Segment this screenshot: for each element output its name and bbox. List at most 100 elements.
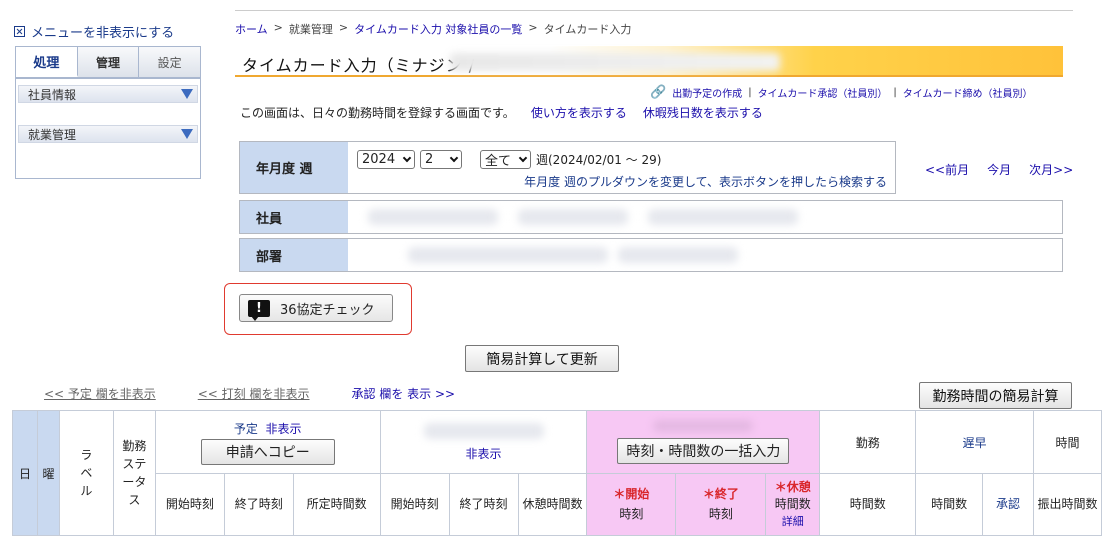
hide-menu-toggle[interactable]: メニューを非表示にする <box>14 22 174 41</box>
col-stamp-break: 休憩時間数 <box>517 473 588 536</box>
col-transfer: 振出時間数 <box>1032 473 1102 536</box>
col-late-hours: 時間数 <box>915 473 984 536</box>
col-day: 日 <box>12 410 38 536</box>
year-select[interactable]: 2024 <box>357 150 415 169</box>
col-prescribed: 所定時間数 <box>292 473 381 536</box>
bulk-input-button[interactable]: 時刻・時間数の一括入力 <box>617 438 790 464</box>
col-req-start: ＊開始 時刻 <box>586 473 677 536</box>
link-sep: | <box>748 87 752 98</box>
week-range: 週(2024/02/01 ～ 29) <box>536 153 662 167</box>
department-label: 部署 <box>240 239 348 271</box>
redacted-text <box>653 420 754 432</box>
redacted-title <box>450 53 780 71</box>
breadcrumb: ホーム > 就業管理 > タイムカード入力 対象社員の一覧 > タイムカード入力 <box>235 21 631 37</box>
hide-menu-label: メニューを非表示にする <box>31 26 175 41</box>
scope-value: 全て <box>485 154 512 169</box>
hide-schedule-link[interactable]: << 予定 欄を非表示 <box>44 385 156 402</box>
sidebar-item-employee-info[interactable]: 社員情報 <box>18 85 198 103</box>
close-box-icon <box>14 26 25 37</box>
alert-icon: ! <box>248 299 270 321</box>
chevron-down-icon <box>449 153 459 163</box>
intro-text: この画面は、日々の勤務時間を登録する画面です。 <box>240 106 515 120</box>
sidebar-item-label: 就業管理 <box>28 127 77 142</box>
col-label: ラベル <box>58 410 114 536</box>
breadcrumb-sep: > <box>273 21 283 34</box>
filter-department-row: 部署 <box>239 238 1063 272</box>
chevron-down-icon <box>518 153 528 163</box>
week-select[interactable]: 2 <box>420 150 462 169</box>
sidebar-item-work-management[interactable]: 就業管理 <box>18 125 198 143</box>
page-title: タイムカード入力（ミナジン / <box>242 56 476 75</box>
col-req-end: ＊終了 時刻 <box>675 473 767 536</box>
quick-calc-button[interactable]: 勤務時間の簡易計算 <box>919 382 1072 409</box>
employee-label: 社員 <box>240 201 348 233</box>
sidebar-panel: 社員情報 就業管理 <box>15 78 201 179</box>
chevron-down-icon <box>402 153 412 163</box>
tab-processing[interactable]: 処理 <box>16 47 78 77</box>
sidebar-item-label: 社員情報 <box>28 87 77 102</box>
link-icon: 🔗 <box>650 85 667 100</box>
this-month-link[interactable]: 今月 <box>987 161 1011 178</box>
col-weekday: 曜 <box>36 410 60 536</box>
week-hint: 年月度 週のプルダウンを変更して、表示ボタンを押したら検索する <box>524 175 887 189</box>
divider <box>235 10 1073 11</box>
schedule-group: 予定 非表示 申請へコピー <box>154 410 381 474</box>
filter-week-row: 年月度 週 2024 2 全て 週(2024/02/01 ～ 29) 年月度 週… <box>239 141 896 194</box>
sidebar-tabs: 処理 管理 設定 <box>15 46 201 78</box>
link-sep: | <box>893 87 897 98</box>
link-schedule[interactable]: 出勤予定の作成 <box>672 85 742 100</box>
copy-to-request-button[interactable]: 申請へコピー <box>200 438 335 465</box>
work-group: 勤務 <box>819 410 917 474</box>
col-late-approve: 承認 <box>982 473 1034 536</box>
hide-stamp-col-link[interactable]: 非表示 <box>466 447 502 461</box>
filter-employee-row: 社員 <box>239 200 1063 234</box>
breadcrumb-sep: > <box>338 21 349 34</box>
col-sched-end: 終了時刻 <box>223 473 294 536</box>
col-work-hours: 時間数 <box>819 473 917 536</box>
tab-management[interactable]: 管理 <box>77 47 140 77</box>
column-toggles: << 予定 欄を非表示 << 打刻 欄を非表示 承認 欄を 表示 >> <box>44 385 455 402</box>
redacted-text <box>423 422 544 439</box>
hide-stamp-link[interactable]: << 打刻 欄を非表示 <box>198 385 310 402</box>
show-approval-link[interactable]: 承認 欄を 表示 >> <box>352 385 456 402</box>
prev-month-link[interactable]: <<前月 <box>925 161 969 178</box>
week-value: 2 <box>425 152 434 167</box>
time-group: 時間 <box>1032 410 1102 474</box>
col-stamp-end: 終了時刻 <box>448 473 519 536</box>
redacted-text <box>618 247 738 263</box>
breadcrumb-sep: > <box>528 21 538 34</box>
year-value: 2024 <box>362 152 396 167</box>
redacted-text <box>518 209 628 225</box>
week-label: 年月度 週 <box>240 142 348 193</box>
intro: この画面は、日々の勤務時間を登録する画面です。 使い方を表示する 休暇残日数を表… <box>240 104 763 121</box>
36-agreement-check-button[interactable]: ! 36協定チェック <box>239 294 393 322</box>
breadcrumb-management: 就業管理 <box>288 23 333 36</box>
redacted-text <box>648 209 798 225</box>
triangle-down-icon <box>181 129 193 139</box>
check-button-label: 36協定チェック <box>280 302 375 318</box>
leave-link[interactable]: 休暇残日数を表示する <box>643 104 763 121</box>
month-nav: <<前月 今月 次月>> <box>925 161 1073 178</box>
quick-links: 🔗 出勤予定の作成 | タイムカード承認（社員別） | タイムカード締め（社員別… <box>650 85 1033 100</box>
next-month-link[interactable]: 次月>> <box>1029 161 1073 178</box>
scope-select[interactable]: 全て <box>480 150 531 169</box>
breadcrumb-home[interactable]: ホーム <box>235 21 268 37</box>
stamp-group: 非表示 <box>379 410 588 474</box>
col-sched-start: 開始時刻 <box>154 473 225 536</box>
col-work-status: 勤務ステータス <box>112 410 156 536</box>
tab-settings[interactable]: 設定 <box>139 47 201 77</box>
request-group: 時刻・時間数の一括入力 <box>586 410 821 474</box>
late-group: 遅早 <box>915 410 1034 474</box>
link-approve[interactable]: タイムカード承認（社員別） <box>758 85 888 100</box>
redacted-text <box>368 209 498 225</box>
link-close[interactable]: タイムカード締め（社員別） <box>903 85 1033 100</box>
redacted-text <box>408 247 608 263</box>
calc-update-button[interactable]: 簡易計算して更新 <box>465 345 619 372</box>
howto-link[interactable]: 使い方を表示する <box>531 104 627 121</box>
hide-schedule-col-link[interactable]: 非表示 <box>266 422 302 436</box>
triangle-down-icon <box>181 89 193 99</box>
breadcrumb-current: タイムカード入力 <box>543 23 632 36</box>
breadcrumb-list[interactable]: タイムカード入力 対象社員の一覧 <box>354 21 522 37</box>
detail-link[interactable]: 詳細 <box>782 515 804 528</box>
schedule-label: 予定 <box>233 421 258 436</box>
